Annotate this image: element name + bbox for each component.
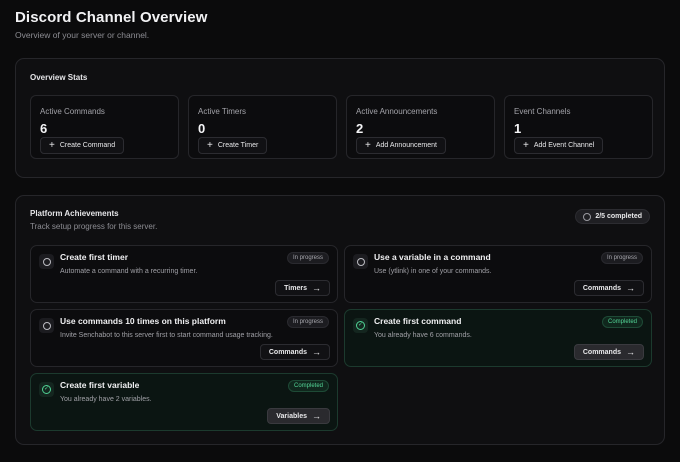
- plus-icon: +: [207, 139, 213, 151]
- status-badge: Completed: [287, 380, 329, 392]
- add-announcement-button[interactable]: + Add Announcement: [356, 137, 446, 154]
- stat-label: Active Announcements: [356, 107, 438, 116]
- overview-stats-card: Overview Stats Active Commands 6 + Creat…: [15, 58, 665, 178]
- arrow-right-icon: →: [626, 282, 635, 293]
- achievements-subtitle: Track setup progress for this server.: [30, 222, 158, 231]
- button-label: Commands: [268, 348, 307, 356]
- button-label: Timers: [284, 284, 307, 292]
- achievement-use-commands-10-times: Use commands 10 times on this platform I…: [30, 309, 338, 367]
- status-badge: In progress: [286, 316, 329, 328]
- overview-stats-title: Overview Stats: [30, 73, 88, 82]
- progress-icon: [583, 212, 592, 221]
- stat-label: Event Channels: [514, 107, 571, 116]
- stat-active-timers: Active Timers 0 + Create Timer: [188, 95, 337, 159]
- commands-button[interactable]: Commands →: [573, 344, 644, 360]
- page-subtitle: Overview of your server or channel.: [15, 30, 150, 40]
- platform-achievements-card: Platform Achievements Track setup progre…: [15, 195, 665, 445]
- achievement-description: Automate a command with a recurring time…: [60, 268, 198, 275]
- achievement-name: Use a variable in a command: [374, 252, 491, 262]
- arrow-right-icon: →: [626, 346, 635, 357]
- plus-icon: +: [49, 139, 55, 151]
- progress-badge: 2/5 completed: [575, 209, 650, 224]
- create-command-button[interactable]: + Create Command: [40, 137, 125, 154]
- arrow-right-icon: →: [312, 346, 321, 357]
- achievement-name: Create first timer: [60, 252, 129, 262]
- achievement-create-first-variable: ✓ Create first variable You already have…: [30, 373, 338, 431]
- create-timer-button[interactable]: + Create Timer: [198, 137, 268, 154]
- status-badge: In progress: [286, 252, 329, 264]
- button-label: Add Announcement: [375, 142, 437, 149]
- commands-button[interactable]: Commands →: [259, 344, 330, 360]
- achievement-name: Create first command: [374, 316, 462, 326]
- progress-label: 2/5 completed: [595, 213, 642, 220]
- button-label: Variables: [276, 412, 307, 420]
- button-label: Create Timer: [217, 142, 259, 149]
- stat-value: 2: [356, 121, 364, 136]
- arrow-right-icon: →: [312, 410, 321, 421]
- achievement-description: You already have 2 variables.: [60, 396, 152, 403]
- achievement-description: Invite Senchabot to this server first to…: [60, 332, 273, 339]
- circle-icon: [39, 254, 54, 269]
- stat-label: Active Timers: [198, 107, 247, 116]
- circle-icon: [353, 254, 368, 269]
- stat-active-announcements: Active Announcements 2 + Add Announcemen…: [346, 95, 495, 159]
- button-label: Commands: [582, 348, 621, 356]
- commands-button[interactable]: Commands →: [573, 280, 644, 296]
- button-label: Commands: [582, 284, 621, 292]
- stat-value: 0: [198, 121, 206, 136]
- achievement-name: Use commands 10 times on this platform: [60, 316, 226, 326]
- button-label: Add Event Channel: [533, 142, 595, 149]
- button-label: Create Command: [59, 142, 116, 149]
- achievement-create-first-timer: Create first timer Automate a command wi…: [30, 245, 338, 303]
- circle-icon: [39, 318, 54, 333]
- plus-icon: +: [365, 139, 371, 151]
- stat-value: 6: [40, 121, 48, 136]
- check-circle-icon: ✓: [39, 382, 54, 397]
- check-circle-icon: ✓: [353, 318, 368, 333]
- stat-label: Active Commands: [40, 107, 105, 116]
- add-event-channel-button[interactable]: + Add Event Channel: [514, 137, 604, 154]
- achievement-create-first-command: ✓ Create first command You already have …: [344, 309, 652, 367]
- plus-icon: +: [523, 139, 529, 151]
- variables-button[interactable]: Variables →: [267, 408, 330, 424]
- stat-event-channels: Event Channels 1 + Add Event Channel: [504, 95, 653, 159]
- status-badge: In progress: [600, 252, 643, 264]
- achievement-description: You already have 6 commands.: [374, 332, 472, 339]
- achievements-title: Platform Achievements: [30, 209, 119, 218]
- stat-value: 1: [514, 121, 522, 136]
- achievement-description: Use (ytlink) in one of your commands.: [374, 268, 492, 275]
- achievement-use-variable: Use a variable in a command Use (ytlink)…: [344, 245, 652, 303]
- timers-button[interactable]: Timers →: [275, 280, 330, 296]
- page-title: Discord Channel Overview: [15, 9, 208, 26]
- achievement-name: Create first variable: [60, 380, 140, 390]
- stat-active-commands: Active Commands 6 + Create Command: [30, 95, 179, 159]
- status-badge: Completed: [601, 316, 643, 328]
- arrow-right-icon: →: [312, 282, 321, 293]
